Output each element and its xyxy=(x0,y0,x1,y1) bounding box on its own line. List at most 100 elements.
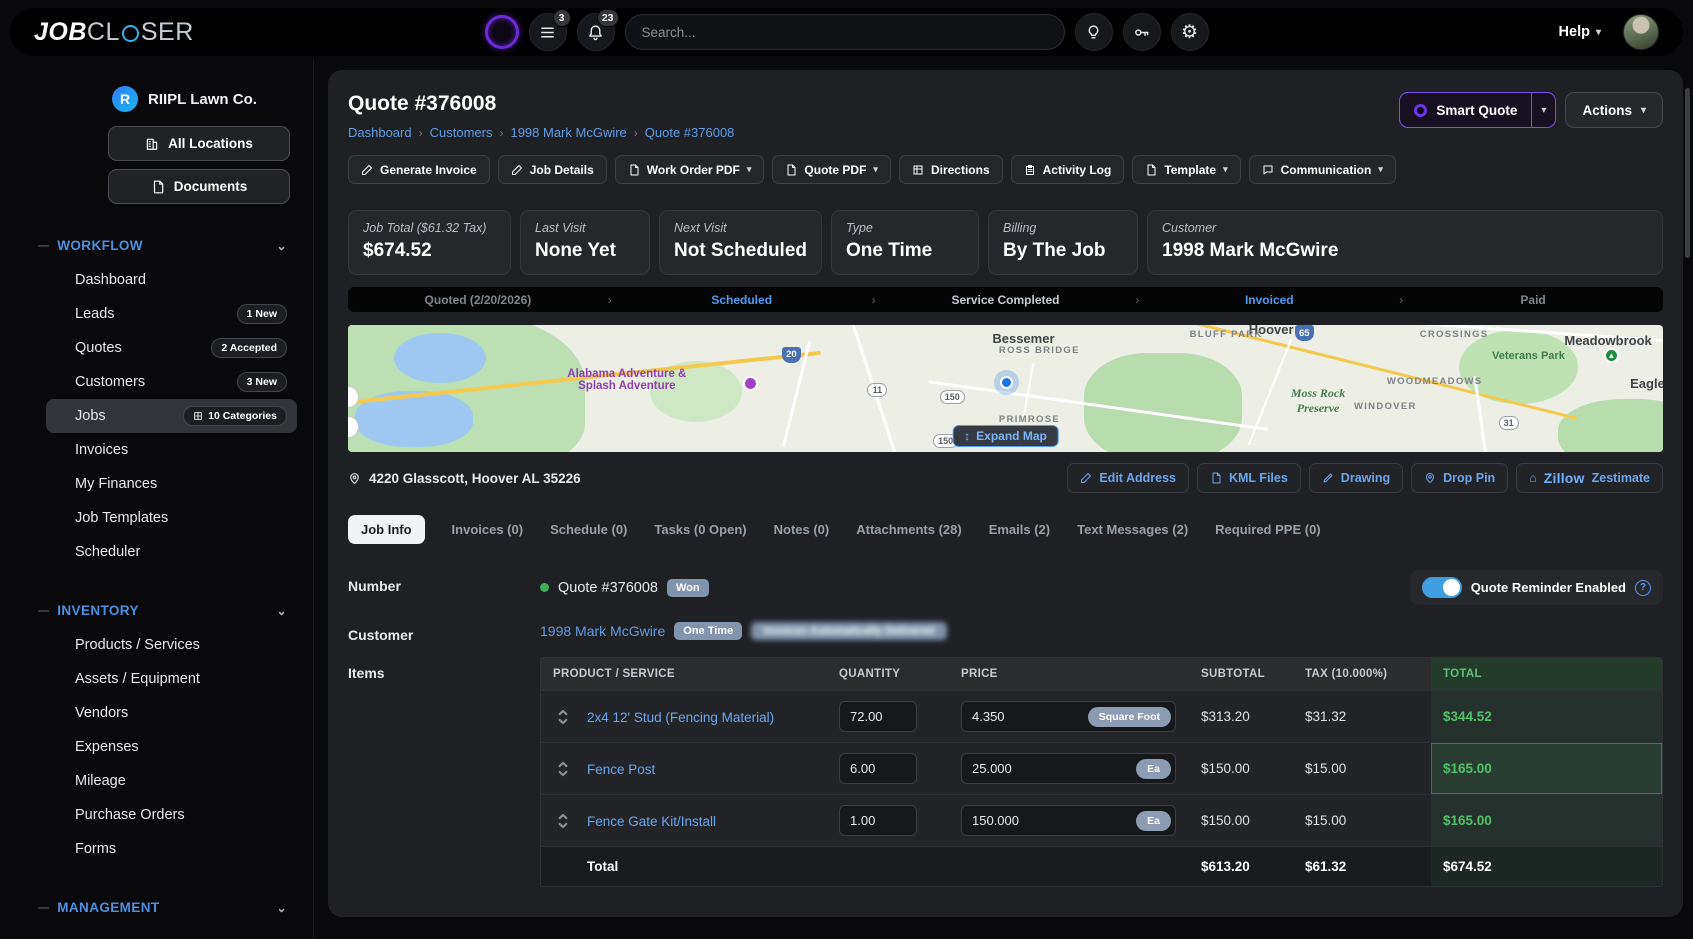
sidebar-item-mileage[interactable]: Mileage xyxy=(46,764,297,798)
chevron-up-icon xyxy=(558,761,568,768)
drawing-button[interactable]: Drawing xyxy=(1309,463,1403,493)
edit-address-button[interactable]: Edit Address xyxy=(1067,463,1189,493)
notifications-button[interactable]: 23 xyxy=(577,13,615,51)
location-pin-icon xyxy=(348,471,361,486)
ideas-button[interactable] xyxy=(1075,13,1113,51)
quote-reminder-toggle[interactable] xyxy=(1422,577,1462,598)
row-reorder-handle[interactable] xyxy=(541,803,575,839)
tab-emails[interactable]: Emails (2) xyxy=(989,522,1050,537)
settings-button[interactable]: ⚙ xyxy=(1171,13,1209,51)
drag-handle-icon: –– xyxy=(38,902,48,914)
tab-invoices[interactable]: Invoices (0) xyxy=(452,522,524,537)
map-label-crossings: CROSSINGS xyxy=(1420,329,1489,340)
help-circle-icon[interactable]: ? xyxy=(1635,580,1651,596)
button-label: Work Order PDF xyxy=(647,163,740,177)
quantity-input[interactable] xyxy=(839,753,917,784)
page-scrollbar[interactable] xyxy=(1685,88,1690,258)
work-order-pdf-button[interactable]: Work Order PDF ▾ xyxy=(615,155,765,184)
help-menu[interactable]: Help ▾ xyxy=(1559,24,1601,40)
user-avatar[interactable] xyxy=(1623,14,1659,50)
chevron-right-icon: › xyxy=(634,126,638,140)
sidebar-item-vendors[interactable]: Vendors xyxy=(46,696,297,730)
tab-tasks[interactable]: Tasks (0 Open) xyxy=(654,522,746,537)
zillow-zestimate-button[interactable]: ⌂ Zillow Zestimate xyxy=(1516,463,1663,493)
caret-down-icon: ▾ xyxy=(1378,164,1383,175)
job-details-button[interactable]: Job Details xyxy=(498,155,607,184)
tab-attachments[interactable]: Attachments (28) xyxy=(856,522,961,537)
product-link[interactable]: 2x4 12' Stud (Fencing Material) xyxy=(587,710,774,725)
sidebar-item-job-templates[interactable]: Job Templates xyxy=(46,501,297,535)
product-link[interactable]: Fence Gate Kit/Install xyxy=(587,814,716,829)
sidebar-section-workflow[interactable]: –– WORKFLOW ⌄ xyxy=(0,238,313,253)
directions-button[interactable]: Directions xyxy=(899,155,1003,184)
expand-map-button[interactable]: ↕ Expand Map xyxy=(952,425,1059,447)
sidebar-item-forms[interactable]: Forms xyxy=(46,832,297,866)
customer-link[interactable]: 1998 Mark McGwire xyxy=(540,623,665,639)
smart-quote-dropdown-toggle[interactable]: ▾ xyxy=(1531,93,1555,127)
quantity-input[interactable] xyxy=(839,701,917,732)
tab-text-messages[interactable]: Text Messages (2) xyxy=(1077,522,1188,537)
actions-button[interactable]: Actions ▾ xyxy=(1565,92,1663,128)
job-address: 4220 Glasscott, Hoover AL 35226 xyxy=(369,471,581,486)
sidebar-item-purchase-orders[interactable]: Purchase Orders xyxy=(46,798,297,832)
col-product-service: PRODUCT / SERVICE xyxy=(541,658,827,690)
tasks-menu-button[interactable]: 3 xyxy=(529,13,567,51)
breadcrumb-customers[interactable]: Customers xyxy=(430,125,493,140)
product-link[interactable]: Fence Post xyxy=(587,762,655,777)
drop-pin-button[interactable]: Drop Pin xyxy=(1411,463,1508,493)
stat-type: Type One Time xyxy=(831,210,979,275)
api-keys-button[interactable] xyxy=(1123,13,1161,51)
status-orb-icon[interactable] xyxy=(485,15,519,49)
row-reorder-handle[interactable] xyxy=(541,751,575,787)
sidebar-item-jobs[interactable]: Jobs 10 Categories xyxy=(46,399,297,433)
tab-job-info[interactable]: Job Info xyxy=(348,515,425,544)
sidebar-item-leads[interactable]: Leads1 New xyxy=(46,297,297,331)
table-header-row: PRODUCT / SERVICE QUANTITY PRICE SUBTOTA… xyxy=(541,658,1662,690)
activity-log-button[interactable]: Activity Log xyxy=(1011,155,1125,184)
tab-required-ppe[interactable]: Required PPE (0) xyxy=(1215,522,1320,537)
communication-button[interactable]: Communication ▾ xyxy=(1249,155,1396,184)
sidebar-section-inventory[interactable]: –– INVENTORY ⌄ xyxy=(0,603,313,618)
kml-files-button[interactable]: KML Files xyxy=(1197,463,1301,493)
price-value: 4.350 xyxy=(972,709,1005,724)
stat-billing: Billing By The Job xyxy=(988,210,1138,275)
row-reorder-handle[interactable] xyxy=(541,699,575,735)
quote-pdf-button[interactable]: Quote PDF ▾ xyxy=(772,155,891,184)
breadcrumb-quote[interactable]: Quote #376008 xyxy=(645,125,735,140)
tab-notes[interactable]: Notes (0) xyxy=(774,522,830,537)
breadcrumb-customer[interactable]: 1998 Mark McGwire xyxy=(510,125,626,140)
smart-quote-label: Smart Quote xyxy=(1436,103,1517,118)
tab-schedule[interactable]: Schedule (0) xyxy=(550,522,627,537)
stat-customer: Customer 1998 Mark McGwire xyxy=(1147,210,1663,275)
clipboard-icon xyxy=(1024,164,1036,176)
sidebar-section-management[interactable]: –– MANAGEMENT ⌄ xyxy=(0,900,313,915)
smart-quote-button[interactable]: Smart Quote xyxy=(1400,93,1531,127)
stat-next-visit: Next Visit Not Scheduled xyxy=(659,210,822,275)
map-view[interactable]: Bessemer Hoover BLUFF PARK CROSSINGS Mea… xyxy=(348,325,1663,452)
template-button[interactable]: Template ▾ xyxy=(1132,155,1240,184)
topbar: JOB CL SER 3 23 ⚙ Help ▾ xyxy=(10,8,1683,56)
price-input[interactable]: 150.000 Ea xyxy=(961,805,1176,836)
price-input[interactable]: 4.350 Square Foot xyxy=(961,701,1176,732)
pencil-icon xyxy=(1080,472,1092,484)
company-switcher[interactable]: R RIIPL Lawn Co. xyxy=(0,86,313,112)
breadcrumb-dashboard[interactable]: Dashboard xyxy=(348,125,412,140)
quantity-input[interactable] xyxy=(839,805,917,836)
sidebar-item-products-services[interactable]: Products / Services xyxy=(46,628,297,662)
sidebar-item-expenses[interactable]: Expenses xyxy=(46,730,297,764)
sidebar-item-quotes[interactable]: Quotes2 Accepted xyxy=(46,331,297,365)
draw-icon xyxy=(1322,472,1334,484)
all-locations-button[interactable]: All Locations xyxy=(108,126,290,161)
section-label: MANAGEMENT xyxy=(57,900,159,915)
sidebar-item-my-finances[interactable]: My Finances xyxy=(46,467,297,501)
documents-button[interactable]: Documents xyxy=(108,169,290,204)
generate-invoice-button[interactable]: Generate Invoice xyxy=(348,155,490,184)
logo-ring-icon xyxy=(122,25,139,42)
sidebar-item-assets-equipment[interactable]: Assets / Equipment xyxy=(46,662,297,696)
sidebar-item-scheduler[interactable]: Scheduler xyxy=(46,535,297,569)
sidebar-item-invoices[interactable]: Invoices xyxy=(46,433,297,467)
sidebar-item-dashboard[interactable]: Dashboard xyxy=(46,263,297,297)
sidebar-item-customers[interactable]: Customers3 New xyxy=(46,365,297,399)
price-input[interactable]: 25.000 Ea xyxy=(961,753,1176,784)
search-input[interactable] xyxy=(642,25,1048,40)
